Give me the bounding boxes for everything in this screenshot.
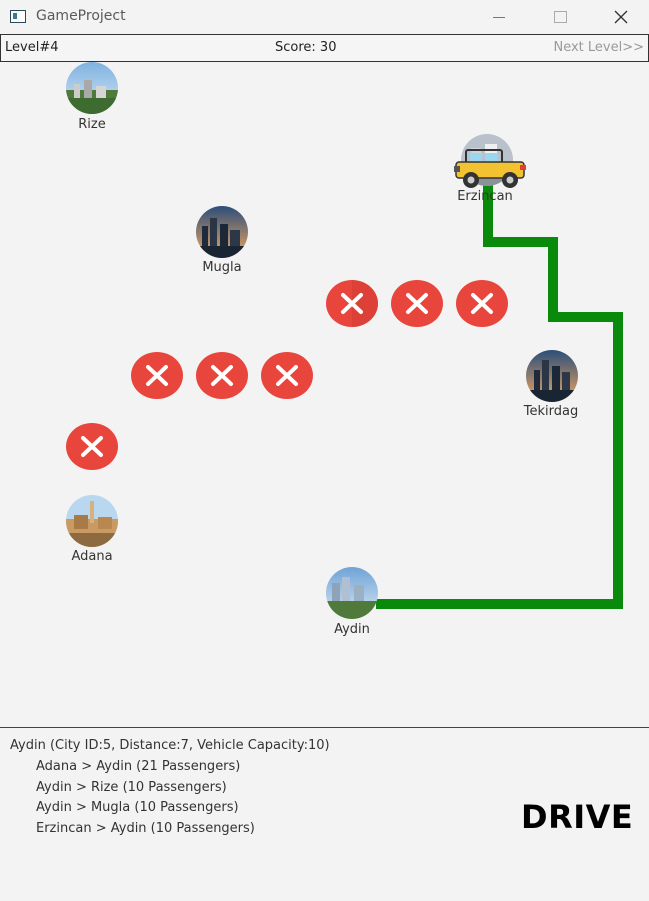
blocked-cell — [66, 423, 118, 470]
blocked-cell — [261, 352, 313, 399]
city-label-adana: Adana — [71, 549, 113, 564]
city-mugla[interactable] — [196, 206, 248, 258]
blocked-cell — [391, 280, 443, 327]
minimize-button[interactable] — [472, 0, 526, 34]
city-label-rize: Rize — [78, 117, 106, 132]
level-indicator: Level#4 — [5, 40, 59, 55]
drive-button[interactable]: DRIVE — [521, 798, 633, 836]
close-icon — [614, 10, 628, 24]
city-tekirdag[interactable] — [526, 350, 578, 402]
blocked-cell — [196, 352, 248, 399]
vehicle-jeep-icon[interactable] — [454, 148, 528, 194]
selected-city-info: Aydin (City ID:5, Distance:7, Vehicle Ca… — [10, 738, 330, 753]
city-adana[interactable] — [66, 495, 118, 547]
game-board[interactable]: Rize Erzincan Mugla Tekirdag Adana Aydin — [0, 62, 649, 726]
route-item: Erzincan > Aydin (10 Passengers) — [36, 821, 255, 836]
game-header: Level#4 Score: 30 Next Level>> — [0, 34, 649, 62]
score-display: Score: 30 — [275, 40, 337, 55]
blocked-cell — [131, 352, 183, 399]
route-item: Aydin > Mugla (10 Passengers) — [36, 800, 239, 815]
window-title: GameProject — [36, 8, 126, 24]
title-bar: GameProject — [0, 0, 649, 35]
blocked-cell — [326, 280, 378, 327]
close-button[interactable] — [594, 0, 648, 34]
city-label-mugla: Mugla — [202, 260, 242, 275]
city-aydin[interactable] — [326, 567, 378, 619]
route-item: Adana > Aydin (21 Passengers) — [36, 759, 241, 774]
maximize-button[interactable] — [533, 0, 587, 34]
minimize-icon — [493, 16, 505, 18]
blocked-cell — [456, 280, 508, 327]
route-item: Aydin > Rize (10 Passengers) — [36, 780, 227, 795]
maximize-icon — [553, 11, 567, 23]
info-panel: Aydin (City ID:5, Distance:7, Vehicle Ca… — [0, 727, 649, 901]
app-icon — [10, 10, 26, 23]
city-rize[interactable] — [66, 62, 118, 114]
next-level-button[interactable]: Next Level>> — [553, 40, 644, 55]
city-label-tekirdag: Tekirdag — [523, 404, 579, 419]
city-label-aydin: Aydin — [334, 622, 370, 637]
city-label-erzincan: Erzincan — [457, 189, 513, 204]
